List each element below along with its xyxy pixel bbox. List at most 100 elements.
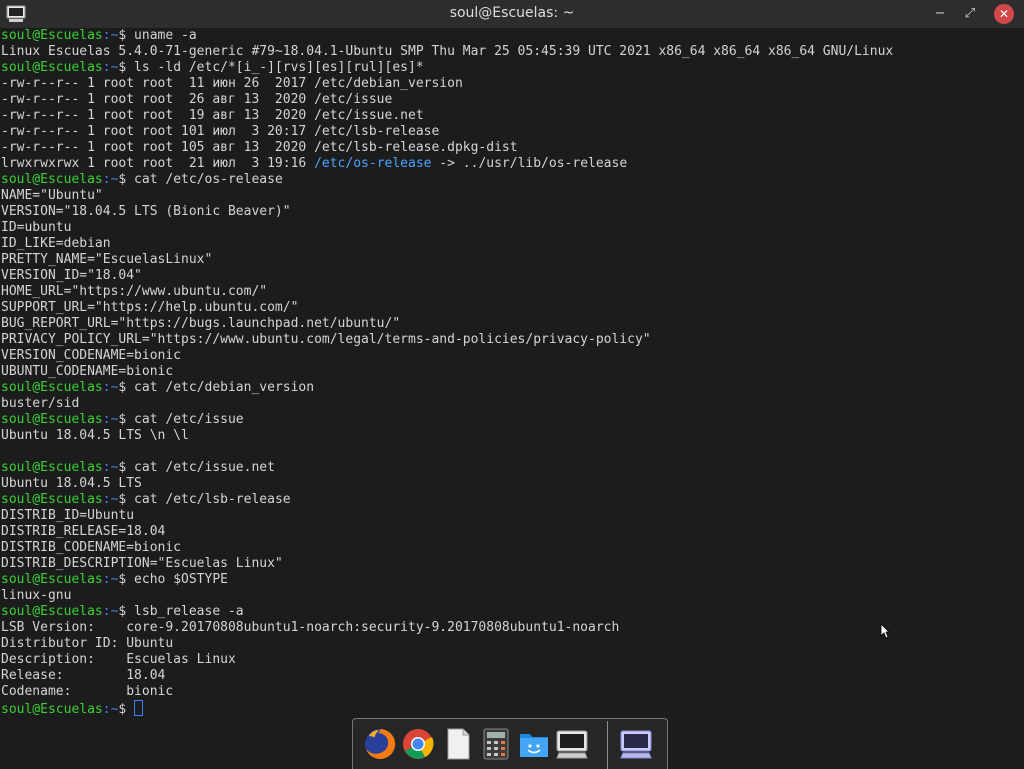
text-cursor [134, 700, 144, 716]
output-text: HOME_URL="https://www.ubuntu.com/" [1, 284, 268, 299]
output-line: DISTRIB_RELEASE=18.04 [0, 524, 1024, 540]
output-line: lrwxrwxrwx 1 root root 21 июл 3 19:16 /e… [0, 156, 1024, 172]
output-text: DISTRIB_ID=Ubuntu [1, 508, 135, 523]
output-line: -rw-r--r-- 1 root root 11 июн 26 2017 /e… [0, 76, 1024, 92]
prompt-line: soul@Escuelas:~$ cat /etc/os-release [0, 172, 1024, 188]
output-line: Ubuntu 18.04.5 LTS \n \l [0, 428, 1024, 444]
chrome-icon[interactable] [401, 727, 435, 761]
dock [352, 718, 668, 769]
output-line: DISTRIB_ID=Ubuntu [0, 508, 1024, 524]
prompt-path: :~ [102, 492, 119, 507]
output-text: DISTRIB_RELEASE=18.04 [1, 524, 166, 539]
output-text: Description: Escuelas Linux [1, 652, 236, 667]
prompt-user: soul@Escuelas [1, 492, 103, 507]
output-line: Release: 18.04 [0, 668, 1024, 684]
prompt-path: :~ [102, 702, 119, 717]
output-line: HOME_URL="https://www.ubuntu.com/" [0, 284, 1024, 300]
output-line: LSB Version: core-9.20170808ubuntu1-noar… [0, 620, 1024, 636]
output-text: Ubuntu 18.04.5 LTS [1, 476, 142, 491]
output-text: Ubuntu 18.04.5 LTS \n \l [1, 428, 189, 443]
output-text: -rw-r--r-- 1 root root 26 авг 13 2020 /e… [1, 92, 393, 107]
output-line: Ubuntu 18.04.5 LTS [0, 476, 1024, 492]
prompt-user: soul@Escuelas [1, 702, 103, 717]
mouse-pointer-icon [880, 623, 890, 639]
output-line: -rw-r--r-- 1 root root 19 авг 13 2020 /e… [0, 108, 1024, 124]
output-text: PRIVACY_POLICY_URL="https://www.ubuntu.c… [1, 332, 651, 347]
output-line: -rw-r--r-- 1 root root 105 авг 13 2020 /… [0, 140, 1024, 156]
output-text: ID=ubuntu [1, 220, 72, 235]
output-line: VERSION_ID="18.04" [0, 268, 1024, 284]
prompt-user: soul@Escuelas [1, 604, 103, 619]
prompt-user: soul@Escuelas [1, 460, 103, 475]
command-text: uname -a [126, 28, 197, 43]
symlink-target: -> ../usr/lib/os-release [431, 156, 628, 171]
output-text: -rw-r--r-- 1 root root 105 авг 13 2020 /… [1, 140, 518, 155]
file-manager-icon[interactable] [517, 727, 551, 761]
output-text: LSB Version: core-9.20170808ubuntu1-noar… [1, 620, 620, 635]
output-text: Distributor ID: Ubuntu [1, 636, 174, 651]
output-line: VERSION_CODENAME=bionic [0, 348, 1024, 364]
output-text: -rw-r--r-- 1 root root 19 авг 13 2020 /e… [1, 108, 424, 123]
prompt-line: soul@Escuelas:~$ cat /etc/debian_version [0, 380, 1024, 396]
output-line: -rw-r--r-- 1 root root 26 авг 13 2020 /e… [0, 92, 1024, 108]
output-line: Linux Escuelas 5.4.0-71-generic #79~18.0… [0, 44, 1024, 60]
output-line: PRIVACY_POLICY_URL="https://www.ubuntu.c… [0, 332, 1024, 348]
command-text [126, 702, 134, 717]
output-text: -rw-r--r-- 1 root root 101 июл 3 20:17 /… [1, 124, 440, 139]
output-text: lrwxrwxrwx 1 root root 21 июл 3 19:16 [1, 156, 315, 171]
output-line: Distributor ID: Ubuntu [0, 636, 1024, 652]
terminal-icon-active[interactable] [619, 727, 653, 761]
prompt-line: soul@Escuelas:~$ uname -a [0, 28, 1024, 44]
command-text: cat /etc/lsb-release [126, 492, 291, 507]
output-text: Linux Escuelas 5.4.0-71-generic #79~18.0… [1, 44, 894, 59]
output-line: Codename: bionic [0, 684, 1024, 700]
dock-separator [607, 721, 608, 769]
output-line: buster/sid [0, 396, 1024, 412]
prompt-path: :~ [102, 572, 119, 587]
prompt-path: :~ [102, 60, 119, 75]
command-text: cat /etc/os-release [126, 172, 283, 187]
document-icon[interactable] [441, 727, 475, 761]
output-text: buster/sid [1, 396, 80, 411]
close-button[interactable]: ✕ [994, 4, 1014, 24]
output-line: DISTRIB_DESCRIPTION="Escuelas Linux" [0, 556, 1024, 572]
output-text: VERSION_CODENAME=bionic [1, 348, 182, 363]
output-text: Release: 18.04 [1, 668, 166, 683]
output-line: UBUNTU_CODENAME=bionic [0, 364, 1024, 380]
output-text: UBUNTU_CODENAME=bionic [1, 364, 174, 379]
prompt-user: soul@Escuelas [1, 572, 103, 587]
prompt-path: :~ [102, 412, 119, 427]
output-text: BUG_REPORT_URL="https://bugs.launchpad.n… [1, 316, 401, 331]
window-titlebar[interactable]: soul@Escuelas: ~ − ⤢ ✕ [0, 0, 1024, 29]
output-line: SUPPORT_URL="https://help.ubuntu.com/" [0, 300, 1024, 316]
output-text: SUPPORT_URL="https://help.ubuntu.com/" [1, 300, 299, 315]
prompt-user: soul@Escuelas [1, 172, 103, 187]
output-text: -rw-r--r-- 1 root root 11 июн 26 2017 /e… [1, 76, 463, 91]
output-line: NAME="Ubuntu" [0, 188, 1024, 204]
prompt-path: :~ [102, 28, 119, 43]
calculator-icon[interactable] [479, 727, 513, 761]
prompt-path: :~ [102, 604, 119, 619]
output-text: Codename: bionic [1, 684, 174, 699]
prompt-line: soul@Escuelas:~$ echo $OSTYPE [0, 572, 1024, 588]
minimize-button[interactable]: − [930, 4, 950, 24]
output-text: VERSION_ID="18.04" [1, 268, 142, 283]
command-text: echo $OSTYPE [126, 572, 228, 587]
prompt-user: soul@Escuelas [1, 28, 103, 43]
terminal-output[interactable]: soul@Escuelas:~$ uname -a Linux Escuelas … [0, 28, 1024, 740]
prompt-line: soul@Escuelas:~$ [0, 700, 1024, 717]
output-line: PRETTY_NAME="EscuelasLinux" [0, 252, 1024, 268]
prompt-path: :~ [102, 172, 119, 187]
output-text: ID_LIKE=debian [1, 236, 111, 251]
terminal-icon[interactable] [555, 727, 589, 761]
output-text: DISTRIB_DESCRIPTION="Escuelas Linux" [1, 556, 283, 571]
command-text: cat /etc/issue [126, 412, 244, 427]
maximize-button[interactable]: ⤢ [960, 4, 980, 24]
output-text: NAME="Ubuntu" [1, 188, 103, 203]
firefox-icon[interactable] [363, 727, 397, 761]
prompt-line: soul@Escuelas:~$ cat /etc/issue.net [0, 460, 1024, 476]
output-text: VERSION="18.04.5 LTS (Bionic Beaver)" [1, 204, 291, 219]
output-text: DISTRIB_CODENAME=bionic [1, 540, 182, 555]
command-text: lsb_release -a [126, 604, 244, 619]
symlink-name: /etc/os-release [314, 156, 432, 171]
